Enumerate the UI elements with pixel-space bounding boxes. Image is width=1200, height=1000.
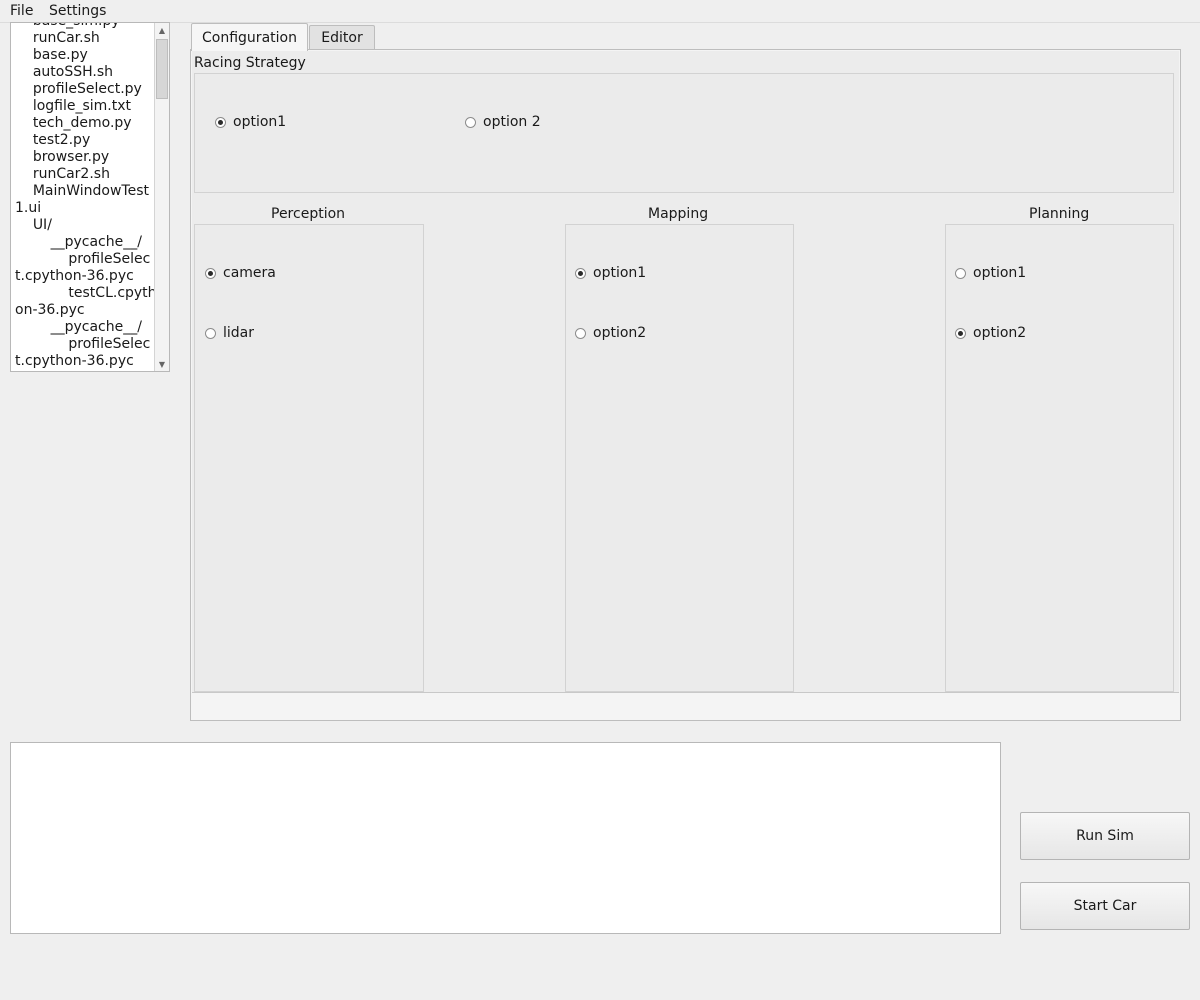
file-tree-item[interactable]: MainWindowTest1.ui	[11, 183, 157, 217]
file-list: base_sim.py runCar.sh base.py autoSSH.sh…	[11, 23, 157, 370]
file-tree-item[interactable]: __pycache__/	[11, 234, 157, 251]
file-tree-item[interactable]: logfile_sim.txt	[11, 98, 157, 115]
file-tree-item[interactable]: __pycache__/	[11, 319, 157, 336]
mapping-option1-radio[interactable]: option1	[575, 265, 646, 281]
racing-strategy-option2-radio[interactable]: option 2	[465, 114, 541, 130]
radio-label: option1	[233, 114, 287, 130]
scroll-up-arrow-icon[interactable]: ▲	[155, 23, 169, 37]
tab-configuration[interactable]: Configuration	[191, 23, 308, 51]
radio-label: option 2	[483, 114, 541, 130]
radio-label: lidar	[223, 325, 255, 341]
file-tree-item[interactable]: test2.py	[11, 132, 157, 149]
radio-label: option1	[593, 265, 647, 281]
perception-group: camera lidar	[194, 224, 424, 692]
file-tree-item[interactable]: profileSelect.py	[11, 81, 157, 98]
racing-strategy-option1-radio[interactable]: option1	[215, 114, 286, 130]
configuration-content: Racing Strategy option1 option 2 Percept…	[192, 51, 1179, 693]
file-tree-item[interactable]: runCar.sh	[11, 30, 157, 47]
mapping-option2-radio[interactable]: option2	[575, 325, 646, 341]
radio-label: option2	[973, 325, 1027, 341]
menu-settings[interactable]: Settings	[49, 2, 106, 20]
racing-strategy-title: Racing Strategy	[194, 55, 306, 71]
radio-circle-icon	[955, 267, 966, 279]
perception-camera-radio[interactable]: camera	[205, 265, 276, 281]
file-tree-item[interactable]: profileSelect.cpython-36.pyc	[11, 336, 157, 370]
file-tree-item[interactable]: UI/	[11, 217, 157, 234]
radio-circle-icon	[205, 267, 216, 279]
file-tree-item[interactable]: base_sim.py	[11, 23, 157, 30]
perception-lidar-radio[interactable]: lidar	[205, 325, 254, 341]
radio-circle-icon	[205, 327, 216, 339]
file-tree-item[interactable]: testCL.cpython-36.pyc	[11, 285, 157, 319]
configuration-pane: Racing Strategy option1 option 2 Percept…	[190, 49, 1181, 721]
file-tree-scrollbar[interactable]: ▲ ▼	[154, 23, 169, 371]
file-tree-item[interactable]: profileSelect.cpython-36.pyc	[11, 251, 157, 285]
scroll-thumb[interactable]	[156, 39, 168, 99]
radio-label: option2	[593, 325, 647, 341]
file-tree-item[interactable]: browser.py	[11, 149, 157, 166]
file-tree[interactable]: base_sim.py runCar.sh base.py autoSSH.sh…	[10, 22, 170, 372]
radio-circle-icon	[215, 116, 226, 128]
file-tree-item[interactable]: runCar2.sh	[11, 166, 157, 183]
planning-title: Planning	[1029, 206, 1090, 222]
run-sim-button[interactable]: Run Sim	[1020, 812, 1190, 860]
planning-option2-radio[interactable]: option2	[955, 325, 1026, 341]
file-tree-item[interactable]: tech_demo.py	[11, 115, 157, 132]
radio-label: option1	[973, 265, 1027, 281]
mapping-title: Mapping	[648, 206, 709, 222]
radio-label: camera	[223, 265, 276, 281]
start-car-button[interactable]: Start Car	[1020, 882, 1190, 930]
perception-title: Perception	[271, 206, 346, 222]
planning-group: option1 option2	[945, 224, 1174, 692]
tab-editor[interactable]: Editor	[309, 25, 375, 50]
racing-strategy-group: option1 option 2	[194, 73, 1174, 193]
scroll-down-arrow-icon[interactable]: ▼	[155, 357, 169, 371]
file-tree-item[interactable]: autoSSH.sh	[11, 64, 157, 81]
radio-circle-icon	[955, 327, 966, 339]
file-tree-item[interactable]: base.py	[11, 47, 157, 64]
radio-circle-icon	[575, 267, 586, 279]
planning-option1-radio[interactable]: option1	[955, 265, 1026, 281]
output-text-area[interactable]	[10, 742, 1001, 934]
radio-circle-icon	[465, 116, 476, 128]
menu-file[interactable]: File	[10, 2, 33, 20]
menu-bar: File Settings	[0, 0, 1200, 23]
mapping-group: option1 option2	[565, 224, 794, 692]
radio-circle-icon	[575, 327, 586, 339]
